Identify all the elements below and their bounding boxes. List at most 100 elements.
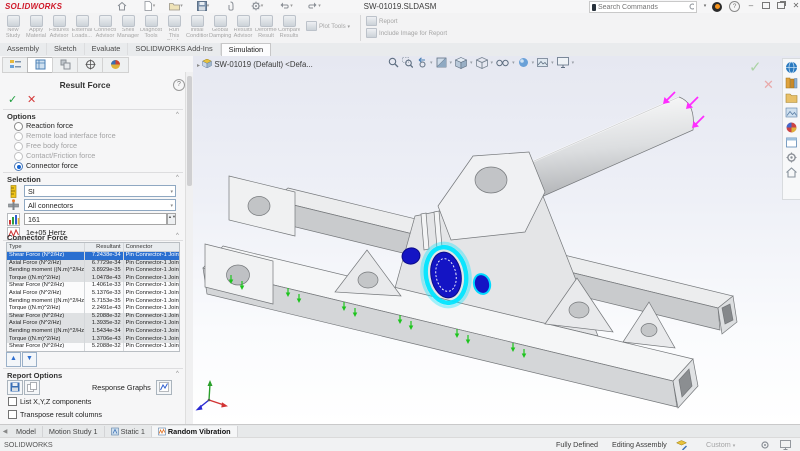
tab-random-vibration[interactable]: Random Vibration — [152, 426, 238, 438]
table-row[interactable]: Bending moment ((N.m)^2/Hz)3.8929e-35Pin… — [7, 267, 179, 275]
status-display-icon[interactable] — [780, 440, 791, 450]
display-style-icon[interactable] — [476, 57, 488, 69]
minimize-button[interactable]: – — [744, 0, 758, 12]
maximize-button[interactable] — [759, 0, 773, 12]
confirm-corner-cancel[interactable]: ✕ — [763, 77, 774, 93]
tab-model[interactable]: Model — [10, 426, 43, 438]
appearances-scenes-icon[interactable] — [785, 121, 798, 134]
options-button[interactable]: ▾ — [247, 1, 267, 12]
plot-tools-button[interactable]: Plot Tools ▾ — [306, 21, 350, 33]
table-row[interactable]: Shear Force (N^2/Hz)5.2088e-32Pin Connec… — [7, 313, 179, 321]
configurationmanager-tab[interactable] — [52, 57, 79, 73]
flyout-featuremanager[interactable]: ▸ SW-01019 (Default) <Defa... — [197, 59, 313, 69]
featuremanager-tab[interactable] — [2, 57, 29, 73]
view-settings-icon[interactable] — [557, 57, 569, 68]
tab-sketch[interactable]: Sketch — [47, 43, 85, 55]
tree-root-label[interactable]: SW-01019 (Default) <Defa... — [214, 60, 312, 69]
ribbon-button-initial-condition[interactable]: Initial Condition — [186, 14, 208, 42]
ok-button[interactable]: ✓ — [8, 93, 17, 106]
save-button[interactable]: ▾ — [193, 1, 213, 12]
units-select[interactable]: SI▾ — [24, 185, 176, 197]
options-section-header[interactable]: Options — [7, 112, 36, 121]
list-xyz-checkbox[interactable] — [8, 397, 17, 406]
ribbon-button-fixtures-advisor[interactable]: Fixtures Advisor — [48, 14, 70, 42]
new-document-button[interactable]: ▾ — [139, 1, 159, 12]
user-avatar[interactable] — [712, 2, 722, 12]
include-image-button[interactable]: Include Image for Report — [366, 28, 447, 40]
selection-collapse-caret[interactable]: ^ — [176, 175, 179, 181]
connector-force-collapse-caret[interactable]: ^ — [176, 233, 179, 239]
help-button[interactable]: ? — [727, 0, 741, 12]
radio-reaction-force[interactable] — [14, 122, 23, 131]
tab-assembly[interactable]: Assembly — [0, 43, 47, 55]
search-dropdown-caret[interactable]: ▾ — [698, 0, 712, 12]
ribbon-button-global-damping[interactable]: Global Damping — [209, 14, 231, 42]
table-row[interactable]: Shear Force (N^2/Hz)1.4061e-33Pin Connec… — [7, 282, 179, 290]
ribbon-button-shell-manager[interactable]: Shell Manager — [117, 14, 139, 42]
plot-number-stepper[interactable]: ▲▼ — [167, 213, 176, 225]
connectors-select[interactable]: All connectors▾ — [24, 199, 176, 211]
dimxpertmanager-tab[interactable] — [77, 57, 104, 73]
edit-appearance-icon[interactable] — [518, 57, 529, 68]
table-row[interactable]: Shear Force (N^2/Hz)7.2438e-34Pin Connec… — [7, 252, 179, 260]
panel-help-button[interactable]: ? — [173, 79, 185, 91]
confirm-corner-ok[interactable]: ✓ — [749, 58, 762, 76]
move-up-button[interactable]: ▲ — [6, 352, 21, 367]
stepper-down-icon[interactable]: ▼ — [172, 214, 176, 219]
tab-motion-study-1[interactable]: Motion Study 1 — [43, 426, 105, 438]
save-table-button[interactable] — [7, 380, 23, 395]
solidworks-resources-icon[interactable] — [785, 61, 798, 74]
options-collapse-caret[interactable]: ^ — [176, 112, 179, 118]
table-row[interactable]: Torque ((N.m)^2/Hz)2.2491e-43Pin Connect… — [7, 305, 179, 313]
undo-button[interactable]: ▾ — [276, 1, 296, 12]
status-custom-select[interactable]: Custom ▾ — [706, 440, 735, 449]
move-down-button[interactable]: ▼ — [22, 352, 37, 367]
tab-scroll-left-button[interactable]: ◀ — [0, 428, 10, 435]
table-row[interactable]: Shear Force (N^2/Hz)5.2088e-32Pin Connec… — [7, 343, 179, 351]
plot-number-input[interactable]: 161 — [24, 213, 167, 225]
design-library-icon[interactable] — [785, 76, 798, 89]
custom-properties-icon[interactable] — [785, 136, 798, 149]
response-graphs-button[interactable] — [156, 380, 172, 395]
table-row[interactable]: Axial Force (N^2/Hz)6.7729e-34Pin Connec… — [7, 260, 179, 268]
previous-view-icon[interactable] — [416, 57, 427, 68]
close-button[interactable]: ✕ — [789, 0, 800, 12]
ribbon-button-compare-results[interactable]: Compare Results — [278, 14, 300, 42]
search-input[interactable] — [598, 3, 689, 11]
section-view-icon[interactable] — [436, 57, 447, 68]
zoom-fit-icon[interactable] — [388, 57, 399, 68]
view-orientation-icon[interactable] — [455, 57, 467, 69]
open-button[interactable]: ▾ — [166, 1, 186, 12]
table-row[interactable]: Torque ((N.m)^2/Hz)1.3706e-43Pin Connect… — [7, 336, 179, 344]
ribbon-button-diagnostic-tools[interactable]: Diagnostic Tools — [140, 14, 162, 42]
table-row[interactable]: Axial Force (N^2/Hz)1.3935e-32Pin Connec… — [7, 320, 179, 328]
propertymanager-tab[interactable] — [27, 57, 54, 73]
attachment-button[interactable] — [220, 1, 240, 12]
table-row[interactable]: Torque ((N.m)^2/Hz)1.0478e-43Pin Connect… — [7, 275, 179, 283]
tab-static-1[interactable]: Static 1 — [105, 426, 152, 438]
pane-home-icon[interactable] — [785, 166, 798, 179]
tab-solidworks-add-ins[interactable]: SOLIDWORKS Add-Ins — [128, 43, 220, 55]
search-box[interactable] — [589, 1, 697, 13]
table-row[interactable]: Bending moment ((N.m)^2/Hz)5.7153e-35Pin… — [7, 298, 179, 306]
ribbon-button-results-advisor[interactable]: Results Advisor — [232, 14, 254, 42]
status-gear-icon[interactable] — [760, 440, 770, 450]
restore-button[interactable] — [774, 0, 788, 12]
displaymanager-tab[interactable] — [102, 57, 129, 73]
flyout-arrow-icon[interactable]: ▸ — [197, 63, 200, 69]
scrollbar-thumb[interactable] — [187, 76, 192, 186]
copy-table-button[interactable] — [24, 380, 40, 395]
cancel-button[interactable]: ✕ — [27, 93, 36, 106]
tab-evaluate[interactable]: Evaluate — [85, 43, 129, 55]
zoom-area-icon[interactable] — [402, 57, 413, 68]
apply-scene-icon[interactable] — [537, 58, 548, 68]
weldment-model[interactable] — [203, 97, 737, 408]
ribbon-button-external-loads[interactable]: External Loads... — [71, 14, 93, 42]
report-button[interactable]: Report — [366, 16, 398, 28]
selection-section-header[interactable]: Selection — [7, 175, 41, 184]
ribbon-button-connections-advisor[interactable]: Connections Advisor — [94, 14, 116, 42]
ribbon-button-deformed-result[interactable]: Deformed Result — [255, 14, 277, 42]
radio-connector-force[interactable] — [14, 162, 23, 171]
panel-scrollbar[interactable] — [185, 72, 193, 424]
pane-gear-icon[interactable] — [785, 151, 798, 164]
